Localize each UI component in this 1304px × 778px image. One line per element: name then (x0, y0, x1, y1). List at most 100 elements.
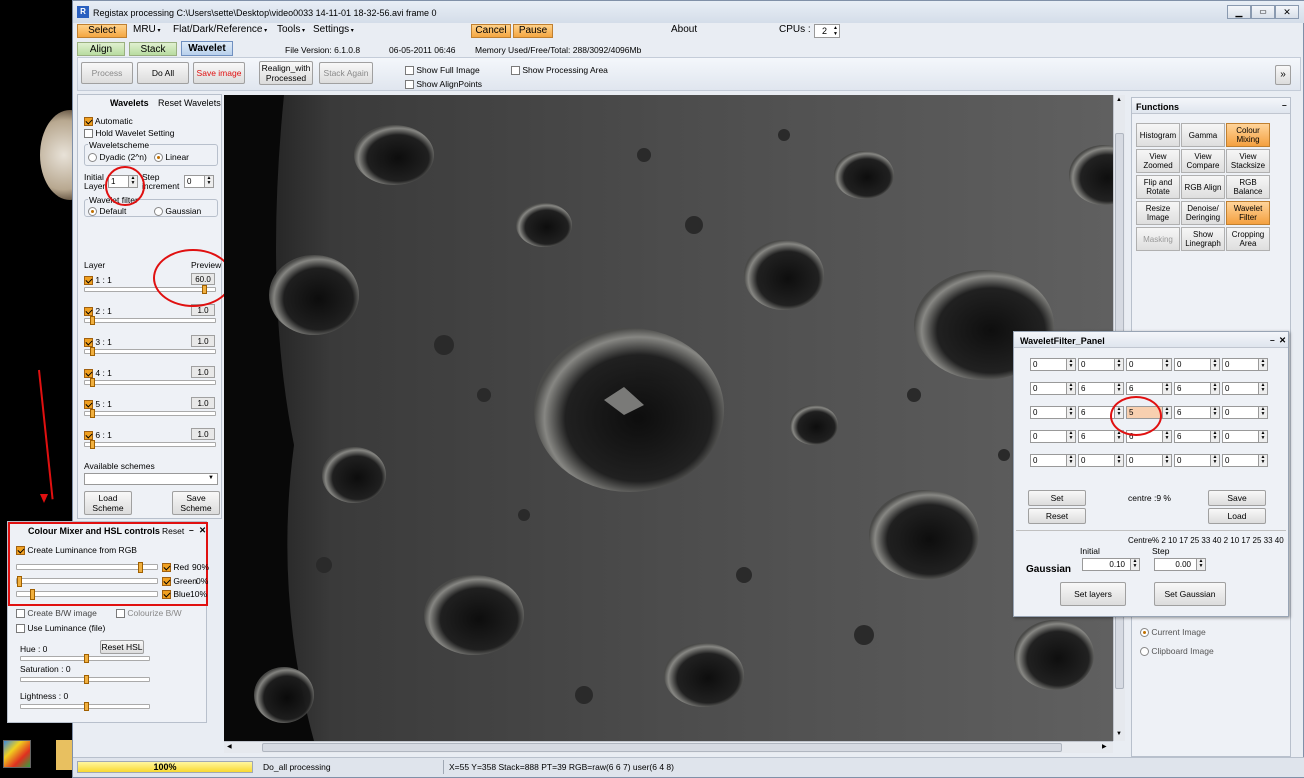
collapse-icon[interactable]: – (1282, 100, 1287, 110)
realign-button[interactable]: Realign_with Processed (259, 61, 313, 85)
current-image-option[interactable]: Current Image (1140, 627, 1206, 638)
filter-cell[interactable]: 6 ▲ ▼ (1174, 382, 1220, 395)
layer-checkbox[interactable] (84, 338, 93, 348)
layer-checkbox[interactable] (84, 400, 93, 410)
layer-preview-value[interactable]: 1.0 (191, 397, 215, 409)
reset-hsl-button[interactable]: Reset HSL (100, 640, 144, 654)
automatic-option[interactable]: Automatic (84, 116, 133, 127)
layer-checkbox[interactable] (84, 276, 93, 286)
tools-menu[interactable]: Tools ▾ (277, 24, 305, 35)
layer-slider[interactable] (84, 347, 216, 356)
function-wavelet-filter-button[interactable]: Wavelet Filter (1226, 201, 1270, 225)
slider-thumb[interactable] (90, 440, 95, 449)
default-filter-radio[interactable] (88, 207, 97, 217)
close-icon[interactable]: ✕ (199, 525, 206, 536)
filter-cell[interactable]: 0 ▲ ▼ (1078, 358, 1124, 371)
horizontal-scrollbar[interactable]: ◀ ▶ (224, 741, 1113, 753)
hue-slider[interactable] (20, 654, 150, 663)
default-filter-option[interactable]: Default (88, 206, 126, 217)
pause-button[interactable]: Pause (513, 24, 553, 38)
maximize-window-button[interactable]: ▭ (1251, 5, 1275, 19)
function-rgb-balance-button[interactable]: RGB Balance (1226, 175, 1270, 199)
gaussian-step-spinner[interactable]: 0.00 ▲ ▼ (1154, 558, 1206, 571)
image-viewport[interactable] (224, 95, 1113, 741)
function-flip-and-rotate-button[interactable]: Flip and Rotate (1136, 175, 1180, 199)
clipboard-image-option[interactable]: Clipboard Image (1140, 646, 1214, 657)
layer-slider[interactable] (84, 316, 216, 325)
set-layers-button[interactable]: Set layers (1060, 582, 1126, 606)
layer-preview-value[interactable]: 1.0 (191, 335, 215, 347)
filter-cell[interactable]: 0 ▲ ▼ (1126, 358, 1172, 371)
layer-row-option[interactable]: 4 : 1 (84, 368, 112, 379)
do-all-button[interactable]: Do All (137, 62, 189, 84)
slider-thumb[interactable] (90, 347, 95, 356)
filter-load-button[interactable]: Load (1208, 508, 1266, 524)
scroll-down-icon[interactable]: ▼ (1116, 731, 1122, 737)
filter-cell[interactable]: 0 ▲ ▼ (1030, 382, 1076, 395)
function-resize-image-button[interactable]: Resize Image (1136, 201, 1180, 225)
lightness-slider[interactable] (20, 702, 150, 711)
minimize-window-button[interactable]: ▁ (1227, 5, 1251, 19)
save-image-button[interactable]: Save image (193, 62, 245, 84)
gaussian-initial-spinner[interactable]: 0.10 ▲ ▼ (1082, 558, 1140, 571)
colourize-bw-option[interactable]: Colourize B/W (116, 608, 182, 619)
red-checkbox[interactable] (162, 563, 171, 573)
tab-wavelet[interactable]: Wavelet (181, 41, 233, 56)
function-gamma-button[interactable]: Gamma (1181, 123, 1225, 147)
function-masking-button[interactable]: Masking (1136, 227, 1180, 251)
minimize-icon[interactable]: – (1270, 335, 1275, 345)
green-checkbox[interactable] (162, 577, 171, 587)
load-scheme-button[interactable]: Load Scheme (84, 491, 132, 515)
red-option[interactable]: Red (162, 562, 189, 573)
blue-slider[interactable] (16, 589, 158, 600)
green-option[interactable]: Green (162, 576, 197, 587)
filter-reset-button[interactable]: Reset (1028, 508, 1086, 524)
scroll-right-icon[interactable]: ▶ (1102, 743, 1107, 750)
create-bw-checkbox[interactable] (16, 609, 25, 619)
filter-cell[interactable]: 6 ▲ ▼ (1078, 430, 1124, 443)
green-slider[interactable] (16, 576, 158, 587)
filter-cell[interactable]: 0 ▲ ▼ (1030, 406, 1076, 419)
dyadic-option[interactable]: Dyadic (2^n) (88, 152, 147, 163)
function-view-zoomed-button[interactable]: View Zoomed (1136, 149, 1180, 173)
layer-slider[interactable] (84, 378, 216, 387)
filter-cell[interactable]: 0 ▲ ▼ (1126, 454, 1172, 467)
layer-row-option[interactable]: 5 : 1 (84, 399, 112, 410)
layer-row-option[interactable]: 2 : 1 (84, 306, 112, 317)
filter-cell[interactable]: 0 ▲ ▼ (1174, 358, 1220, 371)
hold-wavelet-option[interactable]: Hold Wavelet Setting (84, 128, 174, 139)
filter-cell[interactable]: 6 ▲ ▼ (1126, 382, 1172, 395)
filter-cell[interactable]: 6 ▲ ▼ (1174, 430, 1220, 443)
slider-thumb[interactable] (90, 316, 95, 325)
layer-preview-value[interactable]: 1.0 (191, 428, 215, 440)
filter-cell[interactable]: 0 ▲ ▼ (1222, 358, 1268, 371)
show-alignpoints-checkbox[interactable] (405, 80, 414, 90)
filter-cell[interactable]: 0 ▲ ▼ (1222, 382, 1268, 395)
use-luminance-checkbox[interactable] (16, 624, 25, 634)
slider-thumb[interactable] (84, 675, 89, 684)
blue-checkbox[interactable] (162, 590, 171, 600)
filter-cell[interactable]: 6 ▲ ▼ (1174, 406, 1220, 419)
available-schemes-dropdown[interactable]: ▼ (84, 473, 218, 485)
filter-save-button[interactable]: Save (1208, 490, 1266, 506)
scroll-thumb[interactable] (262, 743, 1062, 752)
show-processing-area-checkbox[interactable] (511, 66, 520, 76)
save-scheme-button[interactable]: Save Scheme (172, 491, 220, 515)
show-full-image-checkbox[interactable] (405, 66, 414, 76)
slider-thumb[interactable] (30, 589, 35, 600)
filter-cell[interactable]: 0 ▲ ▼ (1222, 406, 1268, 419)
function-show-linegraph-button[interactable]: Show Linegraph (1181, 227, 1225, 251)
use-luminance-option[interactable]: Use Luminance (file) (16, 623, 105, 634)
show-processing-area-option[interactable]: Show Processing Area (511, 65, 608, 76)
function-colour-mixing-button[interactable]: Colour Mixing (1226, 123, 1270, 147)
function-denoise-deringing-button[interactable]: Denoise/ Deringing (1181, 201, 1225, 225)
layer-checkbox[interactable] (84, 431, 93, 441)
taskbar-icon[interactable] (3, 740, 31, 768)
show-full-image-option[interactable]: Show Full Image (405, 65, 480, 76)
step-increment-spinner[interactable]: 0 ▲ ▼ (184, 175, 214, 188)
create-luminance-option[interactable]: Create Luminance from RGB (16, 545, 137, 556)
layer-slider[interactable] (84, 409, 216, 418)
filter-cell[interactable]: 0 ▲ ▼ (1174, 454, 1220, 467)
filter-set-button[interactable]: Set (1028, 490, 1086, 506)
layer-row-option[interactable]: 1 : 1 (84, 275, 112, 286)
